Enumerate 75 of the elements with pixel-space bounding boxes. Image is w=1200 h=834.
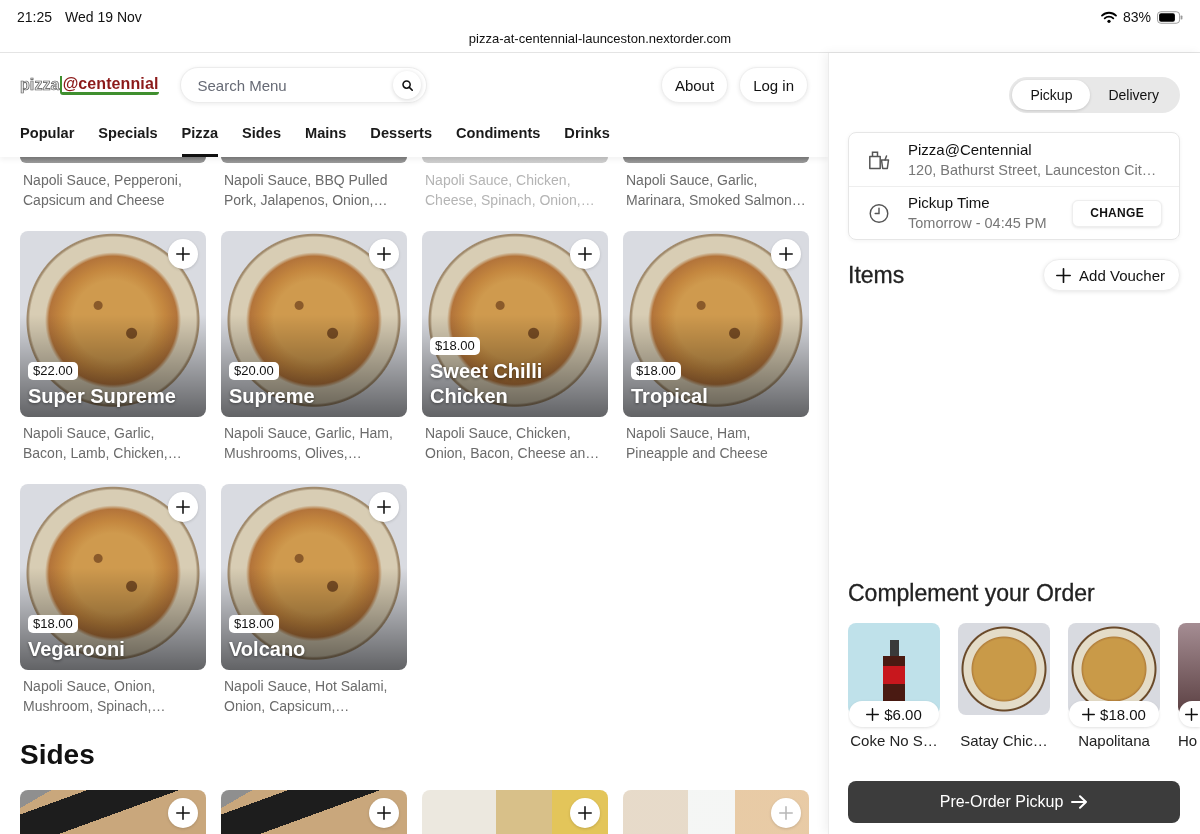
item-name: Volcano [229,637,306,662]
item-description: Napoli Sauce, BBQ Pulled Pork, Jalapenos, Onion,… [223,171,389,210]
item-name: Super Supreme [28,384,176,409]
plus-icon [1185,707,1198,721]
plus-icon [779,247,793,261]
category-tab[interactable]: Condiments [456,115,541,157]
plus-icon [176,500,190,514]
change-button[interactable]: CHANGE [1072,199,1162,227]
price-badge: $18.00 [229,615,279,633]
takeaway-icon [868,149,890,170]
checkout-button[interactable]: Pre-Order Pickup [848,781,1180,823]
item-description: Napoli Sauce, Pepperoni, Capsicum and Cheese [22,171,183,210]
item-description: Napoli Sauce, Chicken, Cheese, Spinach, Onion,… [424,171,596,210]
plus-icon [1082,707,1096,721]
product-name: Napolitana [1077,732,1151,750]
search-field[interactable]: Search Menu [180,67,428,103]
item-description: Napoli Sauce, Garlic, Bacon, Lamb, Chicken,… [22,424,183,463]
clock-icon [868,202,890,224]
wifi-icon [1100,11,1117,23]
category-tab[interactable]: Specials [98,115,158,157]
pickup-time-value: Tomorrow - 04:45 PM [908,214,1047,233]
plus-icon [779,806,793,820]
order-mode-tab[interactable]: Delivery [1090,80,1177,110]
plus-icon [866,707,880,721]
add-button[interactable] [1179,701,1200,727]
item-name: Supreme [229,384,315,409]
plus-icon [377,247,391,261]
plus-icon [1056,267,1072,283]
price-badge: $22.00 [28,362,78,380]
add-voucher-button[interactable]: Add Voucher [1043,259,1180,291]
login-button[interactable]: Log in [739,67,808,103]
category-tab[interactable]: Sides [242,115,281,157]
category-tab[interactable]: Popular [20,115,75,157]
items-heading: Items [848,261,905,289]
logo[interactable]: pizza @centennial [20,75,160,95]
price-badge: $18.00 [631,362,681,380]
item-name: Vegarooni [28,637,125,662]
price-badge: $18.00 [430,337,480,355]
battery-percent: 83% [1122,8,1151,26]
store-name: Pizza@Centennial [908,139,1033,160]
store-address: 120, Bathurst Street, Launceston Cit… [908,160,1157,180]
item-description: Napoli Sauce, Garlic, Ham, Mushrooms, Olives,… [223,424,394,463]
product-name: Ho [1178,732,1199,750]
plus-icon [176,806,190,820]
item-description: Napoli Sauce, Onion, Mushroom, Spinach,… [22,677,167,716]
price-badge: $20.00 [229,362,279,380]
product-name: Coke No S… [849,732,939,750]
status-time: 21:25 [17,8,53,26]
status-date: Wed 19 Nov [65,8,142,26]
arrow-right-icon [1071,795,1089,809]
category-tab[interactable]: Mains [305,115,347,157]
item-description: Napoli Sauce, Hot Salami, Onion, Capsicum,… [223,677,389,716]
url-text: pizza-at-centennial-launceston.nextorder.com [468,30,732,48]
price-badge: $18.00 [28,615,78,633]
product-name: Satay Chic… [959,732,1049,750]
order-mode-tab[interactable]: Pickup [1012,80,1091,110]
category-tab[interactable]: Desserts [370,115,433,157]
plus-icon [578,806,592,820]
item-name: Tropical [631,384,708,409]
add-price-button[interactable]: $6.00 [849,701,939,727]
plus-icon [578,247,592,261]
item-description: Napoli Sauce, Garlic, Marinara, Smoked Salmon… [625,171,807,210]
search-icon [401,79,413,91]
pickup-time-label: Pickup Time [908,193,991,213]
item-description: Napoli Sauce, Chicken, Onion, Bacon, Cheese an… [424,424,601,463]
complement-heading: Complement your Order [848,579,1096,607]
section-heading: Sides [20,738,96,772]
category-tab[interactable]: Drinks [564,115,610,157]
about-button[interactable]: About [660,67,729,103]
plus-icon [176,247,190,261]
plus-icon [377,500,391,514]
battery-icon [1157,10,1183,24]
plus-icon [377,806,391,820]
add-price-button[interactable]: $18.00 [1069,701,1159,727]
item-description: Napoli Sauce, Ham, Pineapple and Cheese [625,424,769,463]
